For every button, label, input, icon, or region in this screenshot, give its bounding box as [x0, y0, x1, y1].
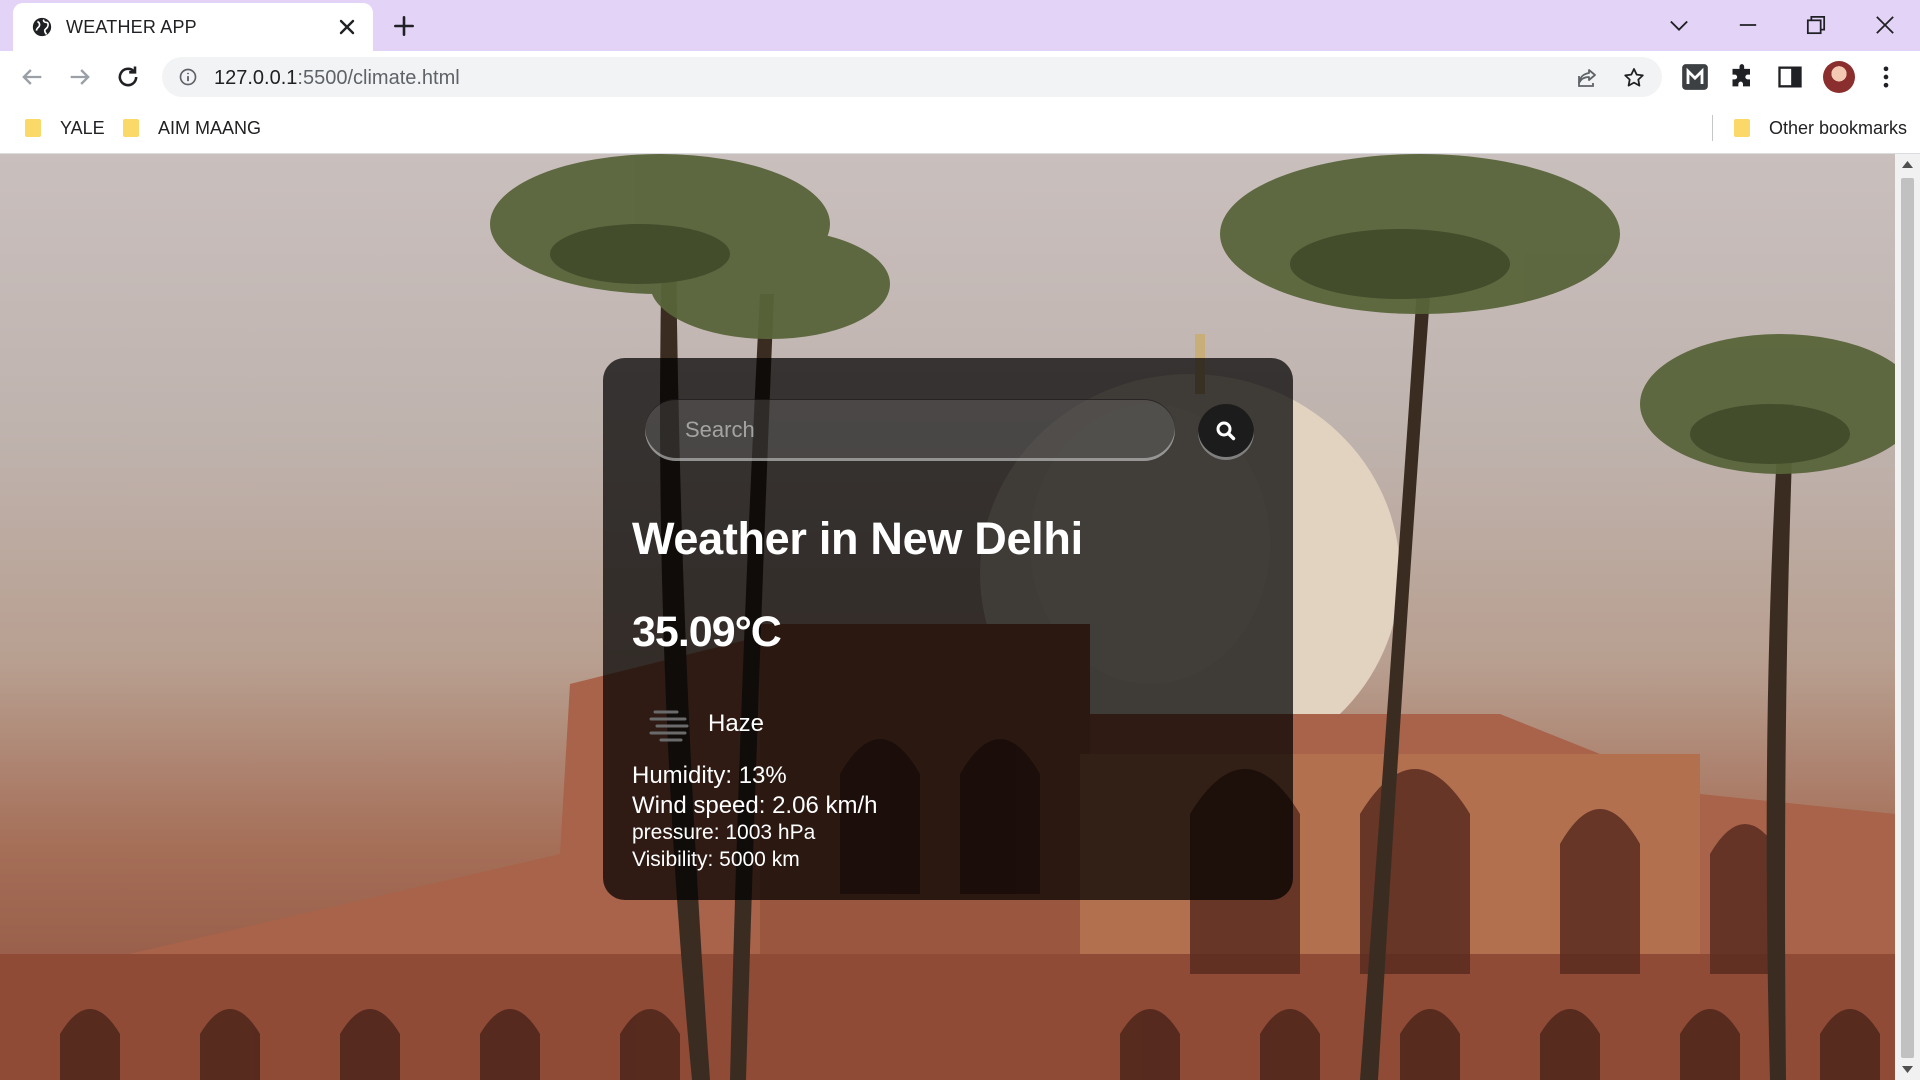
bookmark-star-icon[interactable] [1622, 66, 1646, 90]
browser-toolbar: 127.0.0.1:5500/climate.html [0, 51, 1920, 103]
url-path: :5500/climate.html [297, 67, 460, 89]
folder-icon [123, 119, 139, 137]
bookmark-label: AIM MAANG [158, 117, 262, 138]
pressure-text: pressure: 1003 hPa [632, 821, 816, 844]
search-button[interactable] [1198, 404, 1254, 460]
city-heading: Weather in New Delhi [632, 513, 1083, 564]
back-arrow-icon[interactable] [18, 63, 46, 91]
profile-avatar[interactable] [1823, 61, 1855, 93]
share-icon[interactable] [1575, 66, 1599, 90]
close-window-icon[interactable] [1871, 11, 1899, 39]
bookmark-aim-maang[interactable]: AIM MAANG [122, 115, 261, 141]
address-bar[interactable]: 127.0.0.1:5500/climate.html [162, 57, 1662, 97]
weather-card: Weather in New Delhi 35.09°C Haze Humidi… [603, 358, 1293, 900]
condition-label: Haze [708, 710, 765, 737]
vertical-scrollbar[interactable] [1895, 154, 1920, 1080]
other-bookmarks[interactable]: Other bookmarks [1733, 115, 1907, 141]
tab-strip: WEATHER APP [0, 0, 1920, 51]
scroll-up-arrow-icon[interactable] [1901, 158, 1914, 170]
bookmarks-bar: YALE AIM MAANG Other bookmarks [0, 103, 1920, 154]
humidity-text: Humidity: 13% [632, 762, 787, 789]
restore-icon[interactable] [1802, 11, 1830, 39]
folder-icon [1734, 119, 1750, 137]
scrollbar-thumb[interactable] [1901, 178, 1914, 1058]
scroll-down-arrow-icon[interactable] [1901, 1064, 1914, 1076]
forward-arrow-icon[interactable] [66, 63, 94, 91]
site-info-icon[interactable] [178, 67, 198, 87]
extensions-puzzle-icon[interactable] [1729, 63, 1757, 91]
browser-tab-weather-app[interactable]: WEATHER APP [13, 3, 373, 51]
haze-icon [649, 710, 689, 742]
url-host: 127.0.0.1 [214, 67, 298, 89]
more-menu-icon[interactable] [1872, 63, 1900, 91]
extension-m-icon[interactable] [1681, 63, 1709, 91]
url-text[interactable]: 127.0.0.1:5500/climate.html [214, 67, 460, 90]
close-tab-icon[interactable] [335, 15, 359, 39]
visibility-text: Visibility: 5000 km [632, 848, 800, 871]
wind-speed-text: Wind speed: 2.06 km/h [632, 792, 878, 819]
tab-search-chevron-icon[interactable] [1665, 11, 1693, 39]
bookmarks-divider [1712, 115, 1713, 141]
search-icon [1216, 421, 1236, 441]
globe-icon [32, 17, 52, 37]
temperature: 35.09°C [632, 608, 782, 656]
other-bookmarks-label: Other bookmarks [1769, 117, 1908, 138]
page-viewport: Weather in New Delhi 35.09°C Haze Humidi… [0, 154, 1895, 1080]
city-search-input[interactable] [645, 399, 1175, 461]
tab-title: WEATHER APP [66, 17, 197, 37]
reload-icon[interactable] [114, 63, 142, 91]
minimize-icon[interactable] [1734, 11, 1762, 39]
side-panel-icon[interactable] [1776, 63, 1804, 91]
bookmark-label: YALE [60, 117, 105, 138]
new-tab-icon[interactable] [391, 13, 417, 39]
folder-icon [25, 119, 41, 137]
bookmark-yale[interactable]: YALE [24, 115, 105, 141]
